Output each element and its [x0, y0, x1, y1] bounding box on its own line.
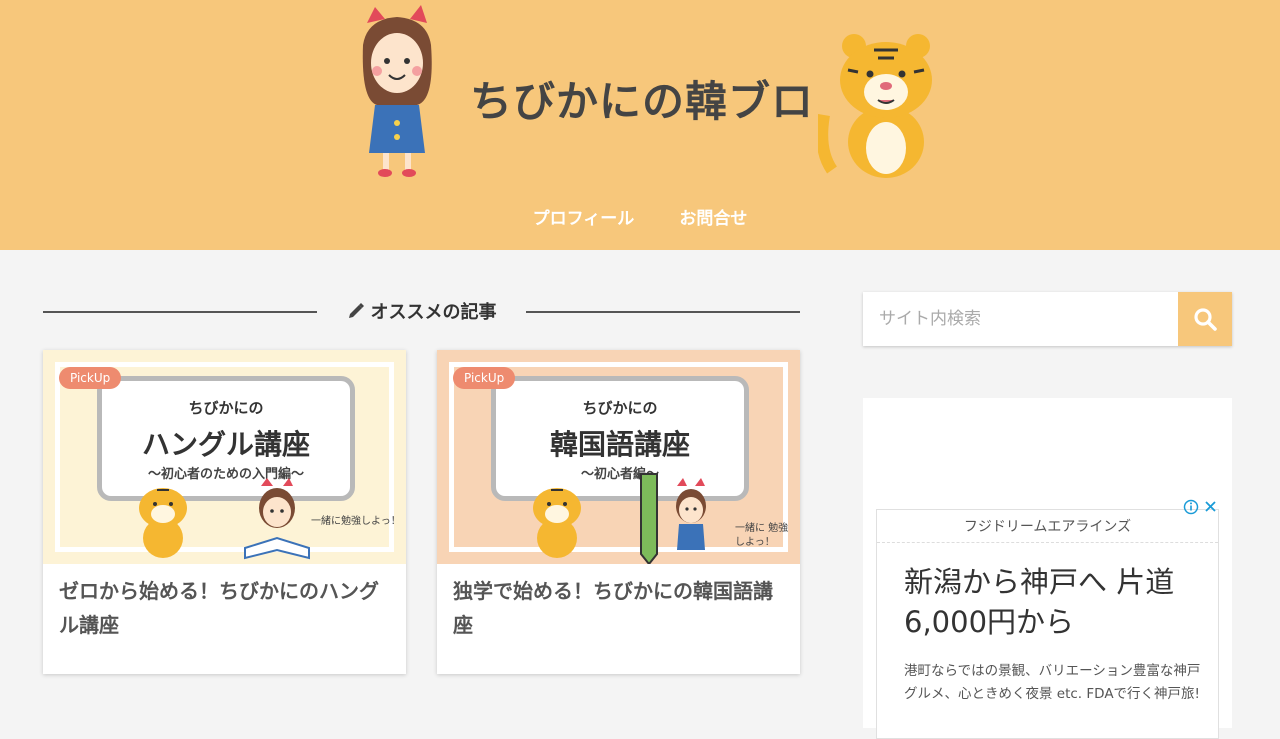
- pencil-icon: [348, 303, 364, 318]
- article-title[interactable]: 独学で始める！ちびかにの韓国語講座: [453, 574, 783, 642]
- article-title[interactable]: ゼロから始める！ちびかにのハングル講座: [59, 574, 389, 642]
- pickup-badge: PickUp: [59, 367, 122, 389]
- recommended-section-heading: オススメの記事: [43, 296, 800, 326]
- heading-divider-right: [526, 311, 800, 313]
- info-icon: [1183, 499, 1199, 515]
- tiger-mascot-icon: [818, 34, 932, 178]
- main-nav: プロフィール お問合せ: [0, 204, 1280, 229]
- pickup-badge: PickUp: [453, 367, 516, 389]
- article-thumbnail[interactable]: ちびかにの 韓国語講座 〜初心者編〜 一緒に 勉強しよっ！ PickUp: [437, 350, 800, 564]
- nav-contact-link[interactable]: お問合せ: [679, 204, 747, 229]
- article-thumbnail[interactable]: ちびかにの ハングル講座 〜初心者のための入門編〜 一緒に勉強しよっ！ Pick…: [43, 350, 406, 564]
- nav-profile-link[interactable]: プロフィール: [533, 204, 635, 229]
- search-input[interactable]: [863, 292, 1178, 346]
- advertisement[interactable]: フジドリームエアラインズ 新潟から神戸へ 片道6,000円から 港町ならではの景…: [876, 509, 1219, 739]
- article-card[interactable]: ちびかにの 韓国語講座 〜初心者編〜 一緒に 勉強しよっ！ PickUp 独学で…: [437, 350, 800, 674]
- search-icon: [1194, 308, 1217, 331]
- ad-headline[interactable]: 新潟から神戸へ 片道6,000円から: [904, 562, 1194, 642]
- site-search: [863, 292, 1232, 346]
- sidebar-ad-widget: フジドリームエアラインズ 新潟から神戸へ 片道6,000円から 港町ならではの景…: [863, 398, 1232, 739]
- ad-choices-icons[interactable]: [1183, 498, 1221, 516]
- pencil-and-girl-illustration-icon: [640, 473, 706, 564]
- tiger-illustration-icon: [533, 488, 581, 558]
- article-card[interactable]: ちびかにの ハングル講座 〜初心者のための入門編〜 一緒に勉強しよっ！ Pick…: [43, 350, 406, 674]
- ad-advertiser: フジドリームエアラインズ: [963, 519, 1132, 535]
- ad-body: 港町ならではの景観、バリエーション豊富な神戸グルメ、心ときめく夜景 etc. F…: [904, 663, 1201, 702]
- close-icon: [1205, 501, 1216, 512]
- section-title: オススメの記事: [370, 302, 497, 323]
- girl-mascot-icon: [362, 5, 432, 177]
- site-title[interactable]: ちびかにの韓ブロ: [470, 68, 814, 129]
- tiger-illustration-icon: [139, 488, 187, 558]
- site-header: ちびかにの韓ブロ プロフィール お問合せ: [0, 0, 1280, 250]
- search-button[interactable]: [1178, 292, 1232, 346]
